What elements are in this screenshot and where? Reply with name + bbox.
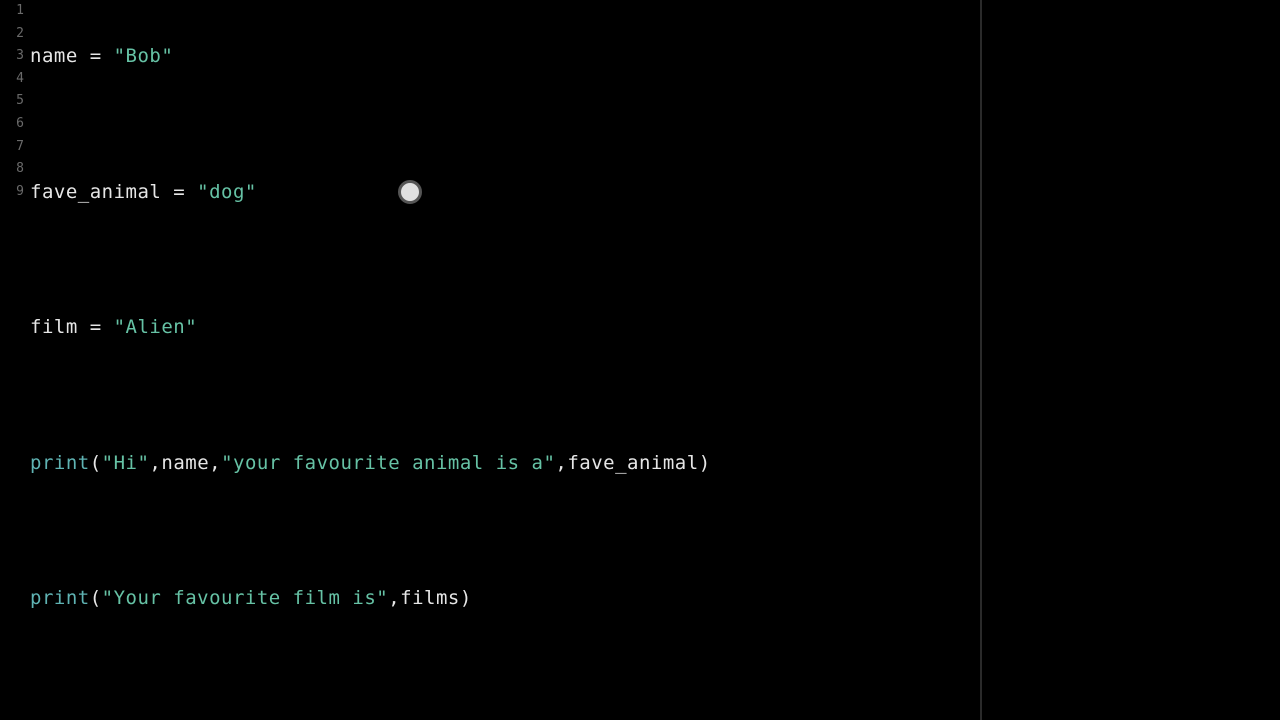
cursor-icon: [398, 180, 422, 204]
line-number: 4: [0, 68, 24, 91]
string-token: "Bob": [114, 45, 174, 68]
code-line[interactable]: print("Hi",name,"your favourite animal i…: [30, 452, 1280, 475]
line-number: 1: [0, 0, 24, 23]
function-token: print: [30, 587, 90, 610]
punct-token: ,: [388, 587, 400, 610]
line-number: 7: [0, 136, 24, 159]
line-number: 9: [0, 181, 24, 204]
code-line[interactable]: [30, 384, 1280, 407]
line-number: 6: [0, 113, 24, 136]
variable-token: name: [30, 45, 78, 68]
variable-token: fave_animal: [30, 181, 161, 204]
line-number: 2: [0, 23, 24, 46]
code-line[interactable]: name = "Bob": [30, 45, 1280, 68]
punct-token: ): [699, 452, 711, 475]
code-line[interactable]: fave_animal = "dog": [30, 181, 1280, 204]
punct-token: ,: [555, 452, 567, 475]
function-token: print: [30, 452, 90, 475]
string-token: "dog": [197, 181, 257, 204]
variable-token: fave_animal: [567, 452, 698, 475]
string-token: "Hi": [102, 452, 150, 475]
code-area[interactable]: name = "Bob" fave_animal = "dog" film = …: [30, 0, 1280, 720]
operator-token: =: [78, 316, 114, 339]
code-line[interactable]: print("Your favourite film is",films): [30, 587, 1280, 610]
code-line[interactable]: [30, 520, 1280, 543]
scrollbar-track[interactable]: [980, 0, 982, 720]
line-number: 5: [0, 90, 24, 113]
punct-token: ,: [149, 452, 161, 475]
operator-token: =: [78, 45, 114, 68]
string-token: "your favourite animal is a": [221, 452, 555, 475]
line-number: 3: [0, 45, 24, 68]
string-token: "Your favourite film is": [102, 587, 389, 610]
punct-token: ): [460, 587, 472, 610]
line-number: 8: [0, 158, 24, 181]
string-token: "Alien": [114, 316, 198, 339]
variable-token: film: [30, 316, 78, 339]
operator-token: =: [161, 181, 197, 204]
code-line[interactable]: [30, 249, 1280, 272]
punct-token: ,: [209, 452, 221, 475]
code-line[interactable]: [30, 113, 1280, 136]
variable-token: name: [161, 452, 209, 475]
line-number-gutter: 1 2 3 4 5 6 7 8 9: [0, 0, 30, 720]
variable-token: films: [400, 587, 460, 610]
code-line[interactable]: film = "Alien": [30, 316, 1280, 339]
punct-token: (: [90, 452, 102, 475]
punct-token: (: [90, 587, 102, 610]
code-editor[interactable]: 1 2 3 4 5 6 7 8 9 name = "Bob" fave_anim…: [0, 0, 1280, 720]
